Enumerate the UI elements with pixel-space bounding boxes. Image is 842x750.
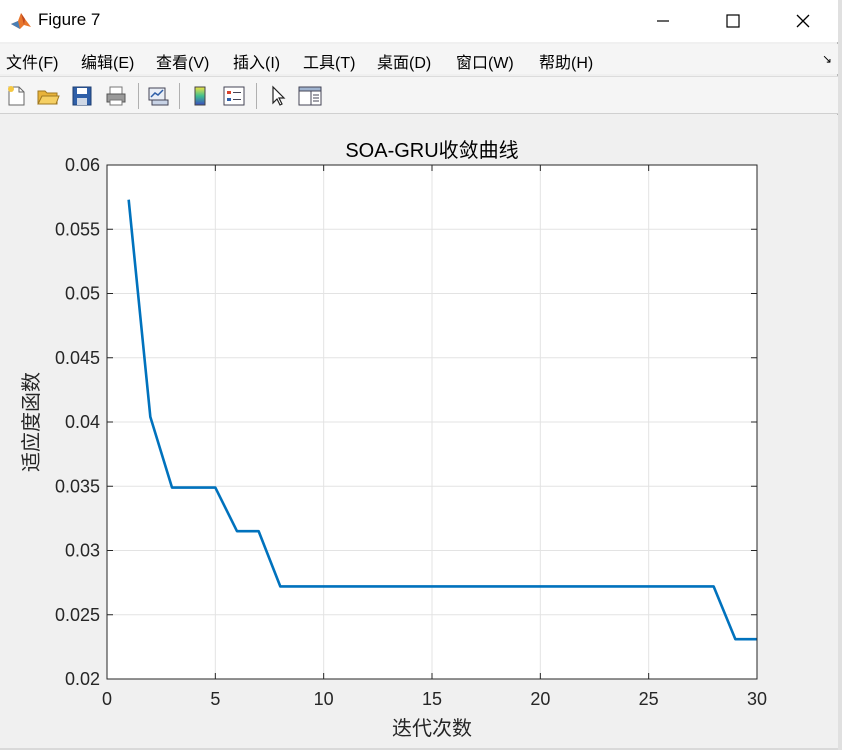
open-file-icon[interactable] [34, 82, 62, 110]
legend-icon[interactable] [220, 82, 248, 110]
y-tick-label: 0.05 [65, 284, 100, 304]
y-tick-label: 0.03 [65, 541, 100, 561]
menu-edit[interactable]: 编辑(E) [81, 49, 134, 73]
menu-bar: 文件(F) 编辑(E) 查看(V) 插入(I) 工具(T) 桌面(D) 窗口(W… [0, 44, 838, 74]
menu-insert[interactable]: 插入(I) [233, 49, 280, 73]
title-bar: Figure 7 [0, 0, 838, 42]
menu-view[interactable]: 查看(V) [156, 49, 209, 73]
menu-desktop[interactable]: 桌面(D) [377, 49, 431, 73]
maximize-button[interactable] [698, 0, 768, 42]
toolbar [0, 76, 838, 114]
print-icon[interactable] [102, 82, 130, 110]
x-tick-label: 15 [422, 689, 442, 709]
menu-window[interactable]: 窗口(W) [456, 49, 514, 73]
menu-file[interactable]: 文件(F) [6, 49, 58, 73]
window-edge [838, 0, 842, 750]
y-tick-label: 0.06 [65, 155, 100, 175]
menu-tools[interactable]: 工具(T) [303, 49, 355, 73]
x-tick-label: 10 [314, 689, 334, 709]
property-editor-icon[interactable] [296, 82, 324, 110]
figure-canvas: 0 5 10 15 20 25 30 0.02 0.025 0.03 0.035 0.04 0.045 0… [0, 115, 838, 748]
dock-arrow-icon[interactable]: ↘ [822, 52, 832, 66]
y-tick-label: 0.035 [55, 476, 100, 496]
x-tick-label: 20 [530, 689, 550, 709]
toolbar-separator [256, 83, 257, 109]
figure-window: Figure 7 文件(F) 编辑(E) 查看(V) 插入(I) 工具(T) 桌… [0, 0, 838, 748]
matlab-logo-icon [10, 9, 32, 31]
convergence-chart: 0 5 10 15 20 25 30 0.02 0.025 0.03 0.035 0.04 0.045 0… [20, 139, 767, 740]
x-tick-label: 5 [210, 689, 220, 709]
y-axis-label: 适应度函数 [20, 372, 43, 472]
link-plot-icon[interactable] [144, 82, 172, 110]
x-tick-label: 0 [102, 689, 112, 709]
y-tick-label: 0.02 [65, 669, 100, 689]
minimize-button[interactable] [628, 0, 698, 42]
new-figure-icon[interactable] [2, 82, 30, 110]
menu-help[interactable]: 帮助(H) [539, 49, 593, 73]
pointer-icon[interactable] [264, 82, 292, 110]
y-tick-label: 0.04 [65, 412, 100, 432]
colorbar-icon[interactable] [186, 82, 214, 110]
y-tick-label: 0.055 [55, 219, 100, 239]
y-tick-label: 0.025 [55, 605, 100, 625]
x-tick-label: 30 [747, 689, 767, 709]
save-icon[interactable] [68, 82, 96, 110]
chart-title: SOA-GRU收敛曲线 [345, 139, 518, 162]
close-button[interactable] [768, 0, 838, 42]
toolbar-separator [179, 83, 180, 109]
window-title: Figure 7 [38, 10, 101, 29]
x-tick-label: 25 [639, 689, 659, 709]
toolbar-separator [138, 83, 139, 109]
y-tick-label: 0.045 [55, 348, 100, 368]
x-axis-label: 迭代次数 [392, 717, 472, 740]
